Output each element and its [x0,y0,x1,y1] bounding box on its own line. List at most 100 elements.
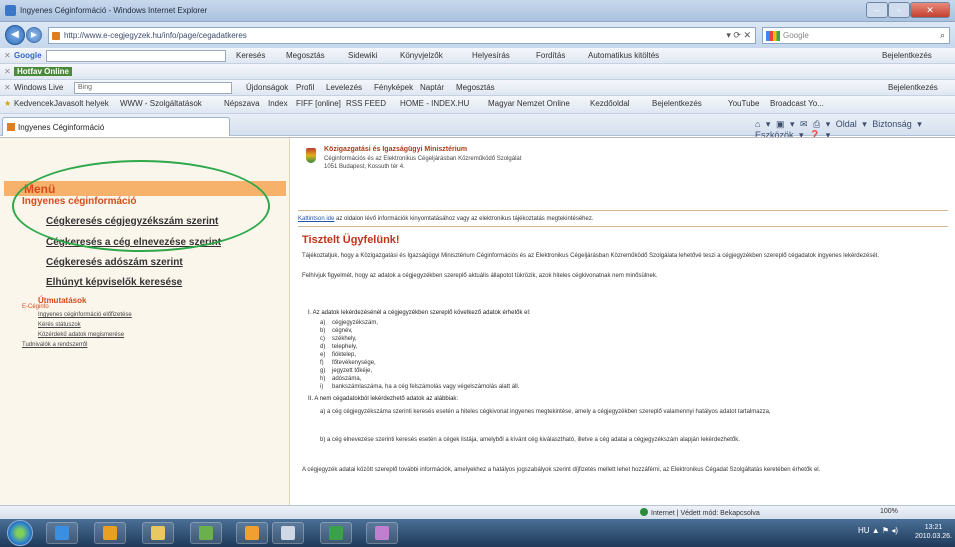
fav-item-index[interactable]: Index [268,99,288,108]
security-zone[interactable]: Internet | Védett mód: Bekapcsolva [640,508,760,517]
wlive-item-photos[interactable]: Fényképek [374,83,413,92]
page-content: Menü Ingyenes céginformáció Cégkeresés c… [0,137,955,506]
minimize-icon: – [874,5,880,15]
link-e-ceginfo[interactable]: E-Céginfo [22,304,49,310]
clock-date: 2010.03.26. [915,533,952,540]
toolbar-item-search[interactable]: Keresés [236,51,265,60]
taskbar-explorer-button[interactable] [142,522,174,544]
status-bar: Internet | Védett mód: Bekapcsolva 100% [0,505,955,519]
link-search-deceased-reps[interactable]: Elhúnyt képviselők keresése [46,277,182,288]
link-search-by-name[interactable]: Cégkeresés a cég elnevezése szerint [46,237,221,248]
taskbar: HU ▲ ⚑ ◂) 13:21 2010.03.26. [0,519,955,547]
menu-title: Menü [24,182,56,196]
fav-item-login[interactable]: Bejelentkezés [652,99,702,108]
hotfav-label[interactable]: Hotfav Online [14,67,73,76]
list-item: i) bankszámlaszáma, ha a cég felszámolás … [320,384,520,390]
taskbar-spreadsheet-button[interactable] [320,522,352,544]
url-input[interactable]: http://www.e-cegjegyzek.hu/info/page/ceg… [48,27,756,44]
menu-header: Menü [4,181,286,196]
google-search-field[interactable] [46,50,226,62]
wlive-item-share[interactable]: Megosztás [456,83,495,92]
toolbar-item-bookmarks[interactable]: Könyvjelzők [400,51,443,60]
wlive-item-calendar[interactable]: Naptár [420,83,444,92]
toolbar-item-share[interactable]: Megosztás [286,51,325,60]
link-subscription[interactable]: Ingyenes céginformáció előfizetése [38,312,132,318]
minimize-button[interactable]: – [866,2,888,18]
url-controls[interactable]: ▾ ⟳ ✕ [726,30,751,41]
fav-item-youtube[interactable]: YouTube [728,99,759,108]
toolbar-close-icon[interactable]: ✕ [4,83,11,92]
wlive-item-news[interactable]: Újdonságok [246,83,288,92]
toolbar-item-sidewiki[interactable]: Sidewiki [348,51,377,60]
search-input[interactable]: Google ⌕ [762,27,950,44]
folder-icon [151,526,165,540]
link-request-status[interactable]: Kérés státuszok [38,322,81,328]
list-item: f) főtevékenysége, [320,360,376,366]
org-subtitle: Céginformációs és az Elektronikus Cégelj… [324,156,522,162]
sidebar-subtitle: Ingyenes céginformáció [22,196,137,207]
tab-ingyenes-ceginfo[interactable]: Ingyenes Céginformáció [2,117,230,136]
list-item: g) jegyzett tőkéje, [320,368,373,374]
search-icon[interactable]: ⌕ [940,30,945,41]
print-notice-text: az oldalon lévő információk kinyomtatásá… [334,216,594,222]
google-signin-link[interactable]: Bejelentkezés [882,51,932,60]
wlive-item-profile[interactable]: Profil [296,83,314,92]
fav-item-suggested[interactable]: Javasolt helyek [54,99,109,108]
toolbar-item-autofill[interactable]: Automatikus kitöltés [588,51,659,60]
forward-button[interactable]: ▶ [26,27,42,43]
fav-item-magyar-nemzet[interactable]: Magyar Nemzet Online [488,99,570,108]
print-link[interactable]: Kattintson ide [298,216,334,222]
section-two-item-a: a) a cég cégjegyzékszáma szerinti keresé… [320,409,771,415]
link-search-by-regnumber[interactable]: Cégkeresés cégjegyzékszám szerint [46,216,218,227]
taskbar-mediaplayer-button[interactable] [94,522,126,544]
divider [298,226,948,227]
fav-item-home[interactable]: Kezdőoldal [590,99,630,108]
link-public-data[interactable]: Közérdekű adatok megismerése [38,332,124,338]
wlive-item-mail[interactable]: Levelezés [326,83,362,92]
hotfav-toolbar: ✕ Hotfav Online [0,64,955,80]
fav-item-favorites[interactable]: Kedvencek [14,99,54,108]
window-titlebar: Ingyenes Céginformáció - Windows Interne… [0,0,955,22]
link-search-by-taxnumber[interactable]: Cégkeresés adószám szerint [46,257,183,268]
toolbar-close-icon[interactable]: ✕ [4,67,11,76]
greeting-heading: Tisztelt Ügyfelünk! [302,234,400,246]
globe-icon [640,508,648,516]
org-name: Közigazgatási és Igazságügyi Minisztériu… [324,146,468,153]
toolbar-item-translate[interactable]: Fordítás [536,51,565,60]
tab-favicon-icon [7,123,15,131]
fav-item-home-index[interactable]: HOME - INDEX.HU [400,99,469,108]
ie-icon [5,5,16,16]
windows-live-label: Windows Live [14,83,64,92]
close-icon: ✕ [926,5,934,15]
close-button[interactable]: ✕ [910,2,950,18]
link-system-info[interactable]: Tudnivalók a rendszerről [22,342,87,348]
fav-item-nepszava[interactable]: Népszava [224,99,260,108]
taskbar-media-button[interactable] [236,522,268,544]
maximize-button[interactable]: ▫ [888,2,910,18]
clock[interactable]: 13:21 2010.03.26. [915,523,952,541]
media-player-icon [103,526,117,540]
fav-item-www[interactable]: WWW - Szolgáltatások [120,99,202,108]
media-icon [245,526,259,540]
bing-search-value: Bing [78,84,93,91]
taskbar-paint-button[interactable] [366,522,398,544]
favorites-star-icon[interactable]: ★ [4,99,11,108]
taskbar-ie-button[interactable] [46,522,78,544]
system-tray[interactable]: HU ▲ ⚑ ◂) [858,526,898,535]
bing-search-field[interactable]: Bing [74,82,232,94]
fav-item-broadcast[interactable]: Broadcast Yo... [770,99,824,108]
fav-item-fiff[interactable]: FIFF [online] [296,99,341,108]
taskbar-app-button[interactable] [190,522,222,544]
security-zone-text: Internet | Védett mód: Bekapcsolva [651,510,760,517]
toolbar-close-icon[interactable]: ✕ [4,51,11,60]
list-item: e) fióktelep, [320,352,357,358]
start-button[interactable] [7,520,33,546]
back-button[interactable]: ◀ [5,25,25,45]
taskbar-window-button[interactable] [272,522,304,544]
ie-icon [55,526,69,540]
toolbar-item-spellcheck[interactable]: Helyesírás [472,51,510,60]
favorites-bar: ★ Kedvencek Javasolt helyek WWW - Szolgá… [0,96,955,114]
fav-item-rss[interactable]: RSS FEED [346,99,386,108]
wlive-signin-link[interactable]: Bejelentkezés [888,83,938,92]
zoom-level[interactable]: 100% [880,508,898,515]
